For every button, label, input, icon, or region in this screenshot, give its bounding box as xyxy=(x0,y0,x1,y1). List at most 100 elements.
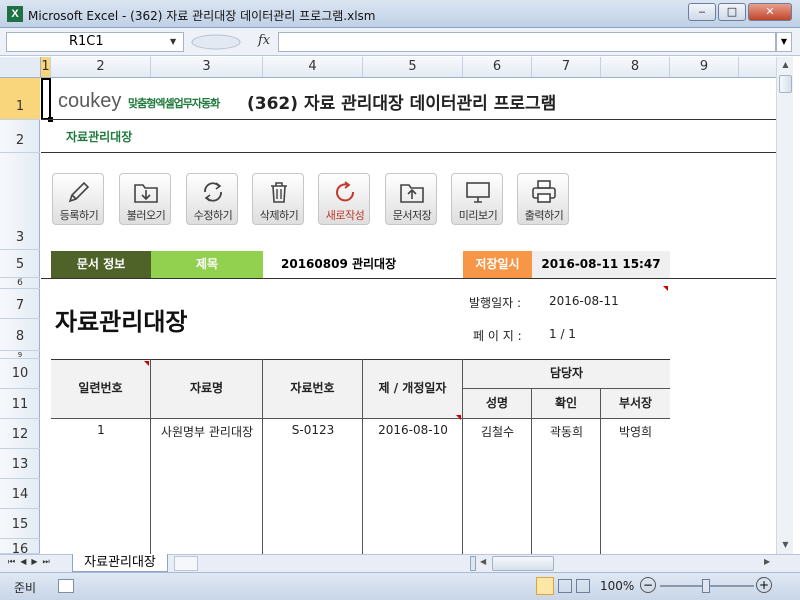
zoom-level[interactable]: 100% xyxy=(600,579,634,593)
minimize-button[interactable]: ‒ xyxy=(688,3,716,21)
row-header[interactable]: 3 xyxy=(0,153,40,250)
normal-view-icon[interactable] xyxy=(536,577,554,595)
button-label: 문서저장 xyxy=(392,209,432,222)
row-header[interactable]: 10 xyxy=(0,359,40,389)
insert-sheet-icon[interactable] xyxy=(174,556,198,571)
subtitle: 자료관리대장 xyxy=(66,130,133,144)
zoom-in-icon[interactable]: + xyxy=(756,577,772,593)
table-row[interactable]: 1 사원명부 관리대장 S-0123 2016-08-10 김철수 곽동희 박영… xyxy=(51,419,670,449)
zoom-slider-thumb[interactable] xyxy=(702,579,710,593)
column-headers: 1 2 3 4 5 6 7 8 9 xyxy=(41,57,776,78)
column-revision: 제 / 개정일자 xyxy=(363,359,463,419)
page-break-icon[interactable] xyxy=(576,579,590,593)
page-label: 페 이 지 : xyxy=(473,329,522,343)
page-layout-icon[interactable] xyxy=(558,579,572,593)
print-button[interactable]: 출력하기 xyxy=(517,173,569,225)
register-button[interactable]: 등록하기 xyxy=(52,173,104,225)
button-label: 불러오기 xyxy=(126,209,166,222)
document-heading: 자료관리대장 xyxy=(55,308,188,336)
column-header[interactable]: 6 xyxy=(463,57,532,77)
column-code: 자료번호 xyxy=(263,359,363,419)
chevron-down-icon[interactable]: ▼ xyxy=(170,37,176,46)
tab-split-handle[interactable] xyxy=(470,556,476,571)
column-header[interactable]: 1 xyxy=(41,57,51,77)
new-document-button[interactable]: 새로작성 xyxy=(318,173,370,225)
column-manager: 담당자 xyxy=(463,359,670,389)
row-header[interactable]: 8 xyxy=(0,319,40,351)
name-box[interactable]: R1C1 xyxy=(6,32,184,52)
formula-input[interactable] xyxy=(278,32,776,52)
insert-function-icon[interactable]: fx xyxy=(258,33,270,48)
zoom-out-icon[interactable]: − xyxy=(640,577,656,593)
preview-button[interactable]: 미리보기 xyxy=(451,173,503,225)
button-label: 수정하기 xyxy=(193,209,233,222)
divider xyxy=(41,278,776,279)
button-label: 등록하기 xyxy=(59,209,99,222)
cell-name[interactable]: 사원명부 관리대장 xyxy=(151,423,263,440)
sheet-tab[interactable]: 자료관리대장 xyxy=(72,554,168,572)
title-label: 제목 xyxy=(151,251,263,278)
folder-download-icon xyxy=(134,184,158,203)
horizontal-scroll-thumb[interactable] xyxy=(492,556,554,571)
active-cell[interactable] xyxy=(41,78,51,120)
cell-date[interactable]: 2016-08-10 xyxy=(363,423,463,437)
row-header[interactable]: 5 xyxy=(0,250,40,278)
column-header[interactable]: 8 xyxy=(601,57,670,77)
row-headers: 1 2 3 5 6 7 8 9 10 11 12 13 14 15 16 xyxy=(0,78,40,554)
row-header[interactable]: 15 xyxy=(0,509,40,539)
select-all-corner[interactable] xyxy=(0,57,41,78)
scroll-right-icon[interactable]: ▶ xyxy=(764,557,770,566)
scroll-down-icon[interactable]: ▼ xyxy=(778,537,793,553)
brand-tagline: 맞춤형엑셀업무자동화 xyxy=(128,97,220,110)
edit-button[interactable]: 수정하기 xyxy=(186,173,238,225)
cell-person[interactable]: 김철수 xyxy=(463,423,532,440)
pencil-icon xyxy=(68,181,90,203)
vertical-scrollbar[interactable]: ▲ ▼ xyxy=(776,57,793,554)
doc-info-label: 문서 정보 xyxy=(51,251,151,278)
load-button[interactable]: 불러오기 xyxy=(119,173,171,225)
issue-date-label: 발행일자 : xyxy=(469,296,522,310)
delete-button[interactable]: 삭제하기 xyxy=(252,173,304,225)
row-header[interactable]: 14 xyxy=(0,479,40,509)
row-header[interactable]: 7 xyxy=(0,289,40,319)
scroll-thumb[interactable] xyxy=(779,75,792,93)
button-label: 삭제하기 xyxy=(259,209,299,222)
column-header[interactable]: 5 xyxy=(363,57,463,77)
row-header[interactable]: 1 xyxy=(0,78,40,120)
column-serial: 일련번호 xyxy=(51,359,151,419)
scroll-left-icon[interactable]: ◀ xyxy=(480,557,486,566)
row-header[interactable]: 13 xyxy=(0,449,40,479)
row-header[interactable]: 6 xyxy=(0,278,40,289)
column-header[interactable]: 2 xyxy=(51,57,151,77)
brand-logo: coukey xyxy=(58,90,122,112)
issue-date: 2016-08-11 xyxy=(549,294,619,308)
button-label: 새로작성 xyxy=(325,209,365,222)
worksheet-grid[interactable]: coukey 맞춤형엑셀업무자동화 (362) 자료 관리대장 데이터관리 프로… xyxy=(41,78,776,554)
cell-code[interactable]: S-0123 xyxy=(263,423,363,437)
expand-formula-icon[interactable]: ▼ xyxy=(776,32,792,52)
status-bar: 준비 100% − + xyxy=(0,572,800,600)
column-header[interactable]: 9 xyxy=(670,57,739,77)
column-header[interactable]: 7 xyxy=(532,57,601,77)
cell-serial[interactable]: 1 xyxy=(51,423,151,437)
maximize-button[interactable]: □ xyxy=(718,3,746,21)
close-button[interactable]: ✕ xyxy=(748,3,792,21)
sheet-nav-icons[interactable]: ⏮◀▶⏭ xyxy=(8,557,55,567)
column-header[interactable]: 4 xyxy=(263,57,363,77)
macro-record-icon[interactable] xyxy=(58,579,74,593)
row-header[interactable]: 16 xyxy=(0,539,40,554)
row-header[interactable]: 11 xyxy=(0,389,40,419)
row-header[interactable]: 2 xyxy=(0,120,40,153)
column-header[interactable]: 3 xyxy=(151,57,263,77)
title-value[interactable]: 20160809 관리대장 xyxy=(263,251,463,278)
title-bar: X Microsoft Excel - (362) 자료 관리대장 데이터관리 … xyxy=(0,0,800,28)
trash-icon xyxy=(271,182,287,203)
save-document-button[interactable]: 문서저장 xyxy=(385,173,437,225)
row-header[interactable]: 12 xyxy=(0,419,40,449)
window-title: Microsoft Excel - (362) 자료 관리대장 데이터관리 프로… xyxy=(28,9,376,23)
row-header[interactable]: 9 xyxy=(0,351,40,359)
cell-confirm[interactable]: 곽동희 xyxy=(532,423,601,440)
cell-dept-head[interactable]: 박영희 xyxy=(601,423,670,440)
scroll-up-icon[interactable]: ▲ xyxy=(778,57,793,73)
excel-icon: X xyxy=(7,6,23,22)
